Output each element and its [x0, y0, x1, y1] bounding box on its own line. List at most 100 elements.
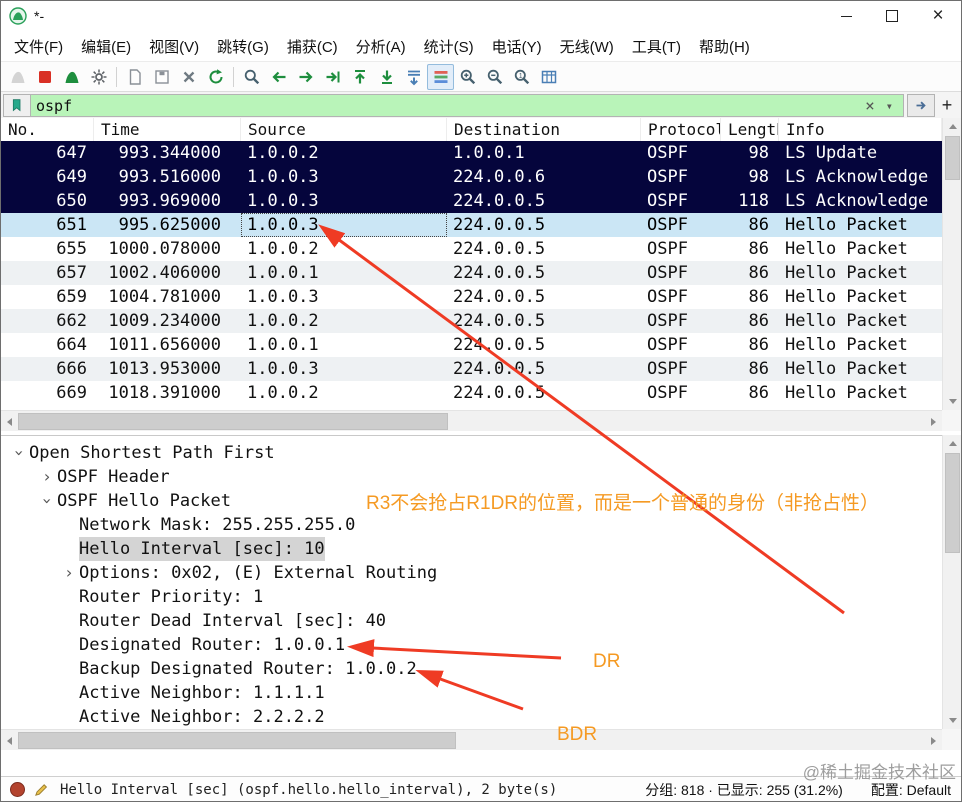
go-to-packet-button[interactable] — [319, 64, 346, 90]
scroll-thumb[interactable] — [18, 413, 448, 430]
filter-bookmark-icon[interactable] — [3, 94, 31, 117]
open-file-button[interactable] — [121, 64, 148, 90]
menu-file[interactable]: 文件(F) — [5, 32, 72, 61]
expert-info-icon[interactable] — [10, 782, 25, 797]
menu-tools[interactable]: 工具(T) — [623, 32, 690, 61]
filter-dropdown-icon[interactable]: ▾ — [881, 99, 898, 113]
resize-columns-button[interactable] — [535, 64, 562, 90]
packet-row-666[interactable]: 666 1013.953000 1.0.0.3 224.0.0.5 OSPF 86 Hell… — [1, 357, 942, 381]
minimize-button[interactable] — [823, 1, 869, 31]
menu-wireless[interactable]: 无线(W) — [551, 32, 623, 61]
find-packet-button[interactable] — [238, 64, 265, 90]
packet-row-662[interactable]: 662 1009.234000 1.0.0.2 224.0.0.5 OSPF 86 Hell… — [1, 309, 942, 333]
tree-hello-packet[interactable]: › OSPF Hello Packet — [1, 489, 942, 513]
detail-hscrollbar[interactable] — [1, 729, 942, 750]
reload-button[interactable] — [202, 64, 229, 90]
tree-root-ospf[interactable]: › Open Shortest Path First — [1, 441, 942, 465]
maximize-button[interactable] — [869, 1, 915, 31]
filter-text: ospf — [36, 96, 73, 115]
column-header-length[interactable]: Length — [721, 118, 779, 141]
menu-telephony[interactable]: 电话(Y) — [483, 32, 551, 61]
column-header-no[interactable]: No. — [1, 118, 94, 141]
zoom-out-button[interactable] — [481, 64, 508, 90]
column-header-info[interactable]: Info — [779, 118, 942, 141]
tree-ospf-header[interactable]: › OSPF Header — [1, 465, 942, 489]
column-header-protocol[interactable]: Protocol — [641, 118, 721, 141]
scroll-up-arrow[interactable] — [943, 118, 961, 135]
scroll-thumb[interactable] — [945, 453, 960, 553]
close-capture-button[interactable] — [175, 64, 202, 90]
chevron-closed-icon[interactable]: › — [59, 561, 79, 585]
menu-go[interactable]: 跳转(G) — [208, 32, 278, 61]
scroll-thumb[interactable] — [18, 732, 456, 749]
cell-protocol: OSPF — [647, 311, 688, 331]
auto-scroll-toggle[interactable] — [400, 64, 427, 90]
detail-vscrollbar[interactable] — [942, 435, 961, 729]
arrow-top-icon — [351, 68, 369, 86]
tree-active-neighbor-1[interactable]: Active Neighbor: 1.1.1.1 — [1, 681, 942, 705]
go-top-button[interactable] — [346, 64, 373, 90]
scroll-right-arrow[interactable] — [925, 411, 942, 432]
zoom-in-button[interactable] — [454, 64, 481, 90]
menu-help[interactable]: 帮助(H) — [690, 32, 759, 61]
column-header-destination[interactable]: Destination — [447, 118, 641, 141]
packet-list-vscrollbar[interactable] — [942, 118, 961, 410]
profile-label[interactable]: 配置: Default — [871, 780, 951, 800]
capture-options-button[interactable] — [85, 64, 112, 90]
go-forward-button[interactable] — [292, 64, 319, 90]
restart-capture-button[interactable] — [58, 64, 85, 90]
packet-row-659[interactable]: 659 1004.781000 1.0.0.3 224.0.0.5 OSPF 86 Hell… — [1, 285, 942, 309]
packet-row-664[interactable]: 664 1011.656000 1.0.0.1 224.0.0.5 OSPF 86 Hell… — [1, 333, 942, 357]
column-header-source[interactable]: Source — [241, 118, 447, 141]
cell-time: 993.969000 — [118, 191, 221, 211]
packet-row-669[interactable]: 669 1018.391000 1.0.0.2 224.0.0.5 OSPF 86 Hell… — [1, 381, 942, 405]
scroll-down-arrow[interactable] — [943, 712, 961, 729]
capture-comment-pencil-icon[interactable] — [33, 781, 50, 798]
packet-row-655[interactable]: 655 1000.078000 1.0.0.2 224.0.0.5 OSPF 86 Hell… — [1, 237, 942, 261]
packet-list-hscrollbar[interactable] — [1, 410, 942, 431]
tree-dead-interval[interactable]: Router Dead Interval [sec]: 40 — [1, 609, 942, 633]
stop-capture-button[interactable] — [31, 64, 58, 90]
scroll-thumb[interactable] — [945, 136, 960, 180]
scroll-up-arrow[interactable] — [943, 435, 961, 452]
chevron-open-icon[interactable]: › — [35, 491, 59, 511]
scroll-down-arrow[interactable] — [943, 393, 961, 410]
packet-row-651[interactable]: 651 995.625000 1.0.0.3 224.0.0.5 OSPF 86 Hello… — [1, 213, 942, 237]
tree-hello-interval[interactable]: Hello Interval [sec]: 10 — [1, 537, 942, 561]
start-capture-button[interactable] — [4, 64, 31, 90]
tree-backup-designated-router[interactable]: Backup Designated Router: 1.0.0.2 — [1, 657, 942, 681]
chevron-closed-icon[interactable]: › — [37, 465, 57, 489]
menu-analyze[interactable]: 分析(A) — [347, 32, 415, 61]
packet-row-647[interactable]: 647 993.344000 1.0.0.2 1.0.0.1 OSPF 98 LS Upda… — [1, 141, 942, 165]
selected-field-info: Hello Interval [sec] (ospf.hello.hello_i… — [60, 781, 558, 798]
display-filter-input[interactable]: ospf × ▾ — [31, 94, 904, 117]
packet-row-649[interactable]: 649 993.516000 1.0.0.3 224.0.0.6 OSPF 98 LS Ac… — [1, 165, 942, 189]
filter-apply-button[interactable] — [907, 94, 935, 117]
menu-edit[interactable]: 编辑(E) — [72, 32, 140, 61]
menu-view[interactable]: 视图(V) — [140, 32, 208, 61]
tree-options[interactable]: › Options: 0x02, (E) External Routing — [1, 561, 942, 585]
status-bar: Hello Interval [sec] (ospf.hello.hello_i… — [1, 776, 961, 801]
scroll-left-arrow[interactable] — [1, 730, 18, 751]
scroll-left-arrow[interactable] — [1, 411, 18, 432]
save-file-button[interactable] — [148, 64, 175, 90]
tree-active-neighbor-2[interactable]: Active Neighbor: 2.2.2.2 — [1, 705, 942, 729]
colorize-toggle[interactable] — [427, 64, 454, 90]
tree-network-mask[interactable]: Network Mask: 255.255.255.0 — [1, 513, 942, 537]
menu-statistics[interactable]: 统计(S) — [415, 32, 483, 61]
filter-clear-icon[interactable]: × — [859, 96, 881, 115]
tree-designated-router[interactable]: Designated Router: 1.0.0.1 — [1, 633, 942, 657]
column-header-time[interactable]: Time — [94, 118, 241, 141]
chevron-open-icon[interactable]: › — [7, 443, 31, 463]
tree-router-priority[interactable]: Router Priority: 1 — [1, 585, 942, 609]
menu-capture[interactable]: 捕获(C) — [278, 32, 347, 61]
zoom-original-button[interactable]: 1 — [508, 64, 535, 90]
go-back-button[interactable] — [265, 64, 292, 90]
packet-row-650[interactable]: 650 993.969000 1.0.0.3 224.0.0.5 OSPF 118 LS A… — [1, 189, 942, 213]
scroll-right-arrow[interactable] — [925, 730, 942, 751]
scrollbar-corner — [942, 729, 961, 750]
packet-row-657[interactable]: 657 1002.406000 1.0.0.1 224.0.0.5 OSPF 86 Hell… — [1, 261, 942, 285]
close-button[interactable]: × — [915, 1, 961, 31]
go-bottom-button[interactable] — [373, 64, 400, 90]
filter-add-button[interactable]: + — [935, 95, 959, 116]
